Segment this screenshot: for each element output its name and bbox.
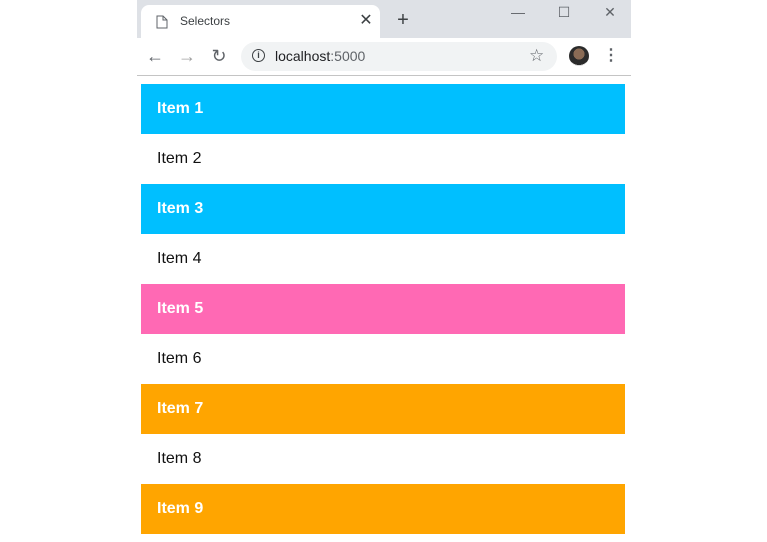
bookmark-star-icon[interactable]: ☆	[529, 46, 544, 66]
menu-icon[interactable]: ⋮	[603, 46, 619, 66]
close-tab-icon[interactable]: ✕	[357, 12, 375, 30]
new-tab-button[interactable]: +	[393, 10, 413, 30]
list-item: Item 5	[141, 284, 625, 334]
close-window-button[interactable]: ✕	[595, 2, 625, 22]
url-text[interactable]: localhost:5000	[275, 48, 365, 64]
maximize-button[interactable]: ☐	[549, 2, 579, 22]
minimize-button[interactable]: —	[503, 2, 533, 22]
browser-window: Selectors ✕ + — ☐ ✕ ← → ↻ i localhost:50…	[137, 0, 631, 542]
list-item: Item 8	[141, 434, 625, 484]
tab-strip: Selectors ✕ + — ☐ ✕	[137, 0, 631, 38]
list-item: Item 2	[141, 134, 625, 184]
url-port: :5000	[330, 48, 366, 64]
list-item: Item 6	[141, 334, 625, 384]
list-item: Item 3	[141, 184, 625, 234]
page-icon	[156, 15, 168, 29]
item-list: Item 1 Item 2 Item 3 Item 4 Item 5 Item 6 Item…	[141, 84, 625, 534]
address-bar[interactable]: i localhost:5000 ☆	[241, 42, 557, 71]
back-button[interactable]: ←	[145, 46, 165, 66]
browser-toolbar: ← → ↻ i localhost:5000 ☆ ⋮	[137, 38, 631, 76]
info-icon[interactable]: i	[252, 49, 265, 62]
forward-button[interactable]: →	[177, 46, 197, 66]
reload-button[interactable]: ↻	[209, 46, 229, 66]
profile-avatar[interactable]	[569, 46, 589, 66]
list-item: Item 9	[141, 484, 625, 534]
list-item: Item 1	[141, 84, 625, 134]
list-item: Item 4	[141, 234, 625, 284]
list-item: Item 7	[141, 384, 625, 434]
url-host: localhost	[275, 48, 331, 64]
tab-selectors[interactable]: Selectors ✕	[141, 5, 380, 38]
tab-title: Selectors	[180, 14, 231, 28]
